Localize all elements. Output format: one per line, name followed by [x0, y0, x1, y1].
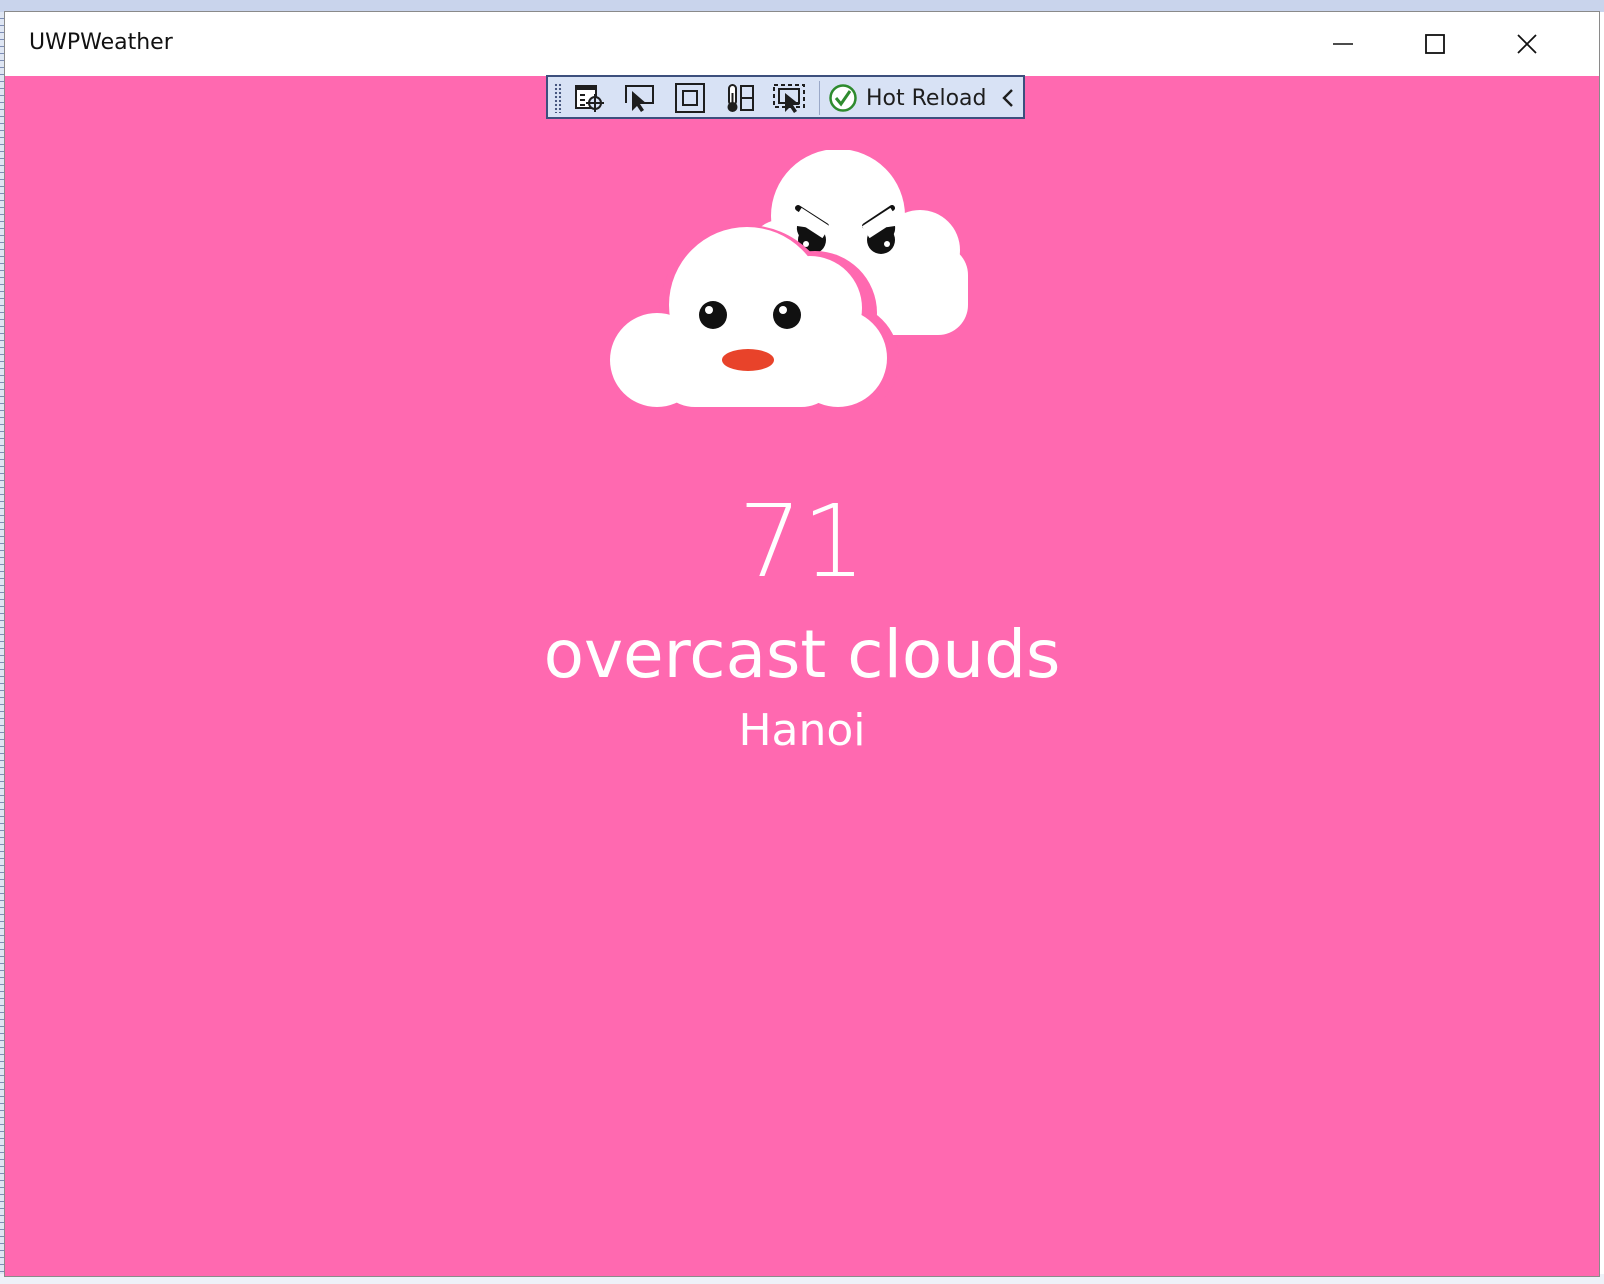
hot-reload-label: Hot Reload — [866, 85, 987, 111]
layout-adorner-icon — [675, 83, 705, 113]
app-window: UWPWeather Hot Reload 71 overcast clouds… — [5, 12, 1599, 1276]
close-button[interactable] — [1481, 12, 1573, 76]
collapse-toolbar-button[interactable] — [996, 81, 1020, 115]
layout-adorners-button[interactable] — [670, 81, 710, 115]
minimize-icon — [1333, 43, 1353, 45]
angry-clouds-icon — [610, 150, 968, 410]
city-name: Hanoi — [738, 705, 866, 756]
preview-selection-button[interactable] — [769, 81, 809, 115]
chevron-left-icon — [1002, 89, 1013, 107]
title-bar[interactable]: UWPWeather — [5, 12, 1599, 76]
track-focus-button[interactable] — [720, 81, 760, 115]
live-visual-tree-button[interactable] — [570, 81, 610, 115]
minimize-button[interactable] — [1297, 12, 1389, 76]
hot-reload-button[interactable]: Hot Reload — [828, 81, 988, 115]
maximize-button[interactable] — [1389, 12, 1481, 76]
xaml-runtime-toolbar: Hot Reload — [546, 75, 1025, 119]
weather-description: overcast clouds — [543, 616, 1061, 693]
track-focus-icon — [727, 84, 754, 112]
maximize-icon — [1425, 34, 1445, 54]
live-visual-tree-icon — [575, 85, 604, 112]
select-preview-icon — [773, 84, 805, 113]
temperature-value: 71 — [738, 483, 866, 600]
window-title: UWPWeather — [29, 30, 173, 55]
toolbar-grip[interactable] — [554, 83, 562, 113]
check-circle-icon — [829, 84, 857, 112]
select-element-icon — [625, 85, 654, 112]
select-element-button[interactable] — [619, 81, 659, 115]
toolbar-separator — [819, 81, 820, 115]
background-ide-strip — [0, 0, 1604, 12]
close-icon — [1517, 34, 1537, 54]
